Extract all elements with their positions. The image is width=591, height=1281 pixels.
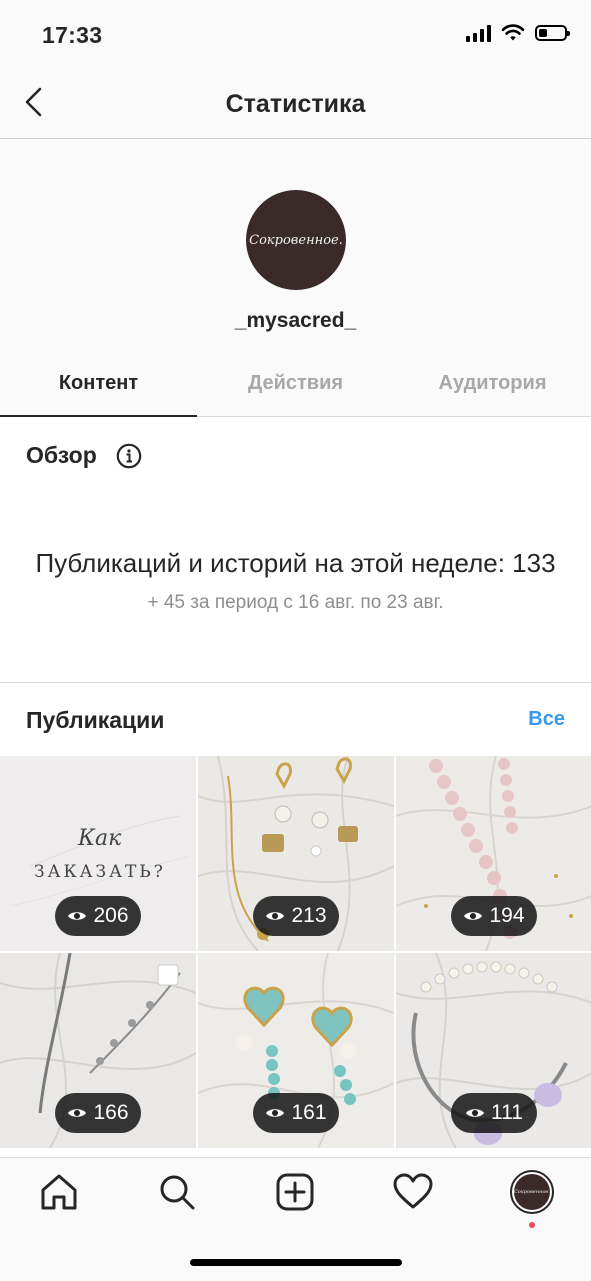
post-caption-script: Как <box>78 826 122 851</box>
profile-header: Сокровенное. _mysacred_ Контент Действия… <box>0 139 591 417</box>
view-count: 213 <box>291 904 327 927</box>
view-count: 111 <box>491 1101 523 1124</box>
avatar: Сокровенное. <box>246 190 346 290</box>
view-count-badge: 194 <box>451 896 537 936</box>
heart-icon[interactable] <box>391 1170 435 1214</box>
status-icons <box>466 24 570 42</box>
status-time: 17:33 <box>42 22 103 48</box>
overview-summary: Публикаций и историй на этой неделе: 133 <box>35 548 556 578</box>
add-post-icon[interactable] <box>273 1170 317 1214</box>
page-title: Статистика <box>225 90 366 118</box>
view-count-badge: 206 <box>55 896 141 936</box>
tab-actions[interactable]: Действия <box>197 353 394 417</box>
see-all-link[interactable]: Все <box>528 708 565 731</box>
eye-icon <box>266 1109 285 1117</box>
eye-icon <box>68 1109 87 1117</box>
eye-icon <box>68 912 87 920</box>
home-icon[interactable] <box>37 1170 81 1214</box>
battery-level <box>539 29 547 37</box>
view-count: 206 <box>93 904 129 927</box>
view-count-badge: 161 <box>253 1093 339 1133</box>
eye-icon <box>466 1109 485 1117</box>
publications-grid: Как ЗАКАЗАТЬ? 206 213 194 166 161 111 <box>0 756 591 1148</box>
post-thumbnail[interactable]: 213 <box>198 756 394 951</box>
post-thumbnail[interactable]: Как ЗАКАЗАТЬ? 206 <box>0 756 196 951</box>
tab-content[interactable]: Контент <box>0 353 197 417</box>
post-thumbnail[interactable]: 194 <box>396 756 591 951</box>
info-icon[interactable] <box>116 443 142 469</box>
nav-bar: Статистика <box>0 70 591 139</box>
status-bar: 17:33 <box>0 0 591 70</box>
overview-title: Обзор <box>26 442 97 468</box>
tab-audience[interactable]: Аудитория <box>394 353 591 417</box>
profile-tab-avatar[interactable]: Сокровенное. <box>510 1170 554 1214</box>
overview-delta: + 45 за период с 16 авг. по 23 авг. <box>147 592 444 613</box>
avatar-logo-text: Сокровенное. <box>513 1189 551 1195</box>
username: _mysacred_ <box>234 309 357 332</box>
overview-section: Обзор Публикаций и историй на этой недел… <box>0 418 591 683</box>
home-indicator <box>190 1259 402 1266</box>
view-count-badge: 213 <box>253 896 339 936</box>
signal-icon <box>466 24 491 42</box>
eye-icon <box>464 912 483 920</box>
battery-icon <box>535 25 570 41</box>
publications-title: Публикации <box>26 707 165 733</box>
view-count-badge: 166 <box>55 1093 141 1133</box>
post-thumbnail[interactable]: 166 <box>0 953 196 1148</box>
view-count: 161 <box>291 1101 327 1124</box>
view-count: 194 <box>489 904 525 927</box>
search-icon[interactable] <box>155 1170 199 1214</box>
post-caption-caps: ЗАКАЗАТЬ? <box>34 862 166 882</box>
stats-tabs: Контент Действия Аудитория <box>0 353 591 417</box>
wifi-icon <box>501 24 525 41</box>
view-count-badge: 111 <box>451 1093 537 1133</box>
publications-header: Публикации Все <box>0 683 591 755</box>
view-count: 166 <box>93 1101 129 1124</box>
avatar: Сокровенное. <box>514 1174 550 1210</box>
post-thumbnail[interactable]: 111 <box>396 953 591 1148</box>
notification-dot <box>529 1222 535 1228</box>
eye-icon <box>266 912 285 920</box>
avatar-logo-text: Сокровенное. <box>249 232 343 248</box>
post-thumbnail[interactable]: 161 <box>198 953 394 1148</box>
